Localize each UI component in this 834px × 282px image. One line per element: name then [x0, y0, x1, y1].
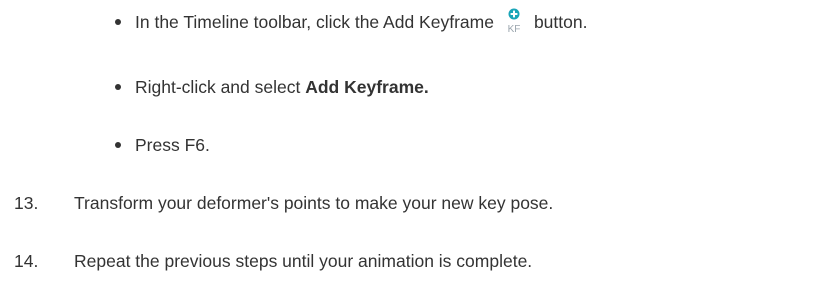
document-body: In the Timeline toolbar, click the Add K…	[0, 0, 834, 282]
bullet-dot	[115, 142, 121, 149]
bullet-dot	[115, 84, 121, 91]
bullet-item-press-f6: Press F6.	[115, 130, 210, 160]
bullet-dot	[115, 19, 121, 26]
numbered-step-14: 14. Repeat the previous steps until your …	[14, 246, 532, 276]
svg-text:KF: KF	[508, 24, 521, 35]
add-keyframe-icon: KF	[502, 7, 526, 35]
step-text: Repeat the previous steps until your ani…	[74, 251, 533, 271]
numbered-step-13: 13. Transform your deformer's points to m…	[14, 188, 553, 218]
bullet-item-toolbar: In the Timeline toolbar, click the Add K…	[115, 7, 587, 37]
step-number: 14.	[14, 251, 39, 271]
step-text: Transform your deformer's points to make…	[74, 193, 554, 213]
bullet-text-prefix: In the Timeline toolbar, click the Add K…	[135, 12, 494, 32]
bullet-text-bold: Add Keyframe.	[305, 77, 429, 97]
bullet-text: Press F6.	[135, 135, 210, 155]
bullet-item-right-click: Right-click and select Add Keyframe.	[115, 72, 429, 102]
bullet-text-suffix: button.	[533, 12, 588, 32]
step-number: 13.	[14, 193, 39, 213]
bullet-text-prefix: Right-click and select	[135, 77, 306, 97]
